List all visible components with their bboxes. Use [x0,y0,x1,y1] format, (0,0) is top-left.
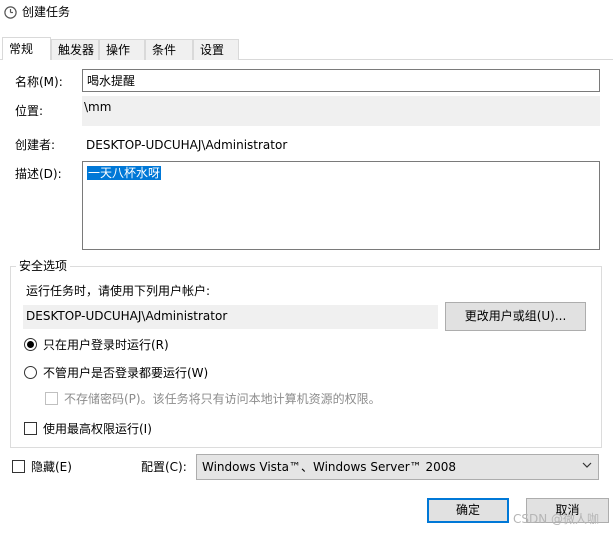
configure-select-value: Windows Vista™、Windows Server™ 2008 [202,460,457,474]
location-value: \mm [84,100,112,114]
description-label: 描述(D): [15,167,62,181]
hidden-checkbox[interactable] [12,460,25,473]
window-title: 创建任务 [22,5,71,19]
description-value: 一天八杯水呀 [87,166,162,180]
highest-privileges-checkbox[interactable] [24,422,37,435]
description-textarea[interactable]: 一天八杯水呀 [82,161,600,250]
csdn-watermark: CSDN @微人咖 [512,512,599,526]
name-input[interactable]: 喝水提醒 [82,69,600,92]
location-readonly-field: \mm [82,96,600,126]
tab-actions[interactable]: 操作 [99,39,145,60]
user-account-value: DESKTOP-UDCUHAJ\Administrator [26,309,228,323]
author-label: 创建者: [15,138,56,152]
security-options-title: 安全选项 [16,258,71,274]
task-clock-icon [4,6,17,19]
change-user-button[interactable]: 更改用户或组(U)... [445,302,586,331]
user-account-field: DESKTOP-UDCUHAJ\Administrator [23,305,438,329]
radio-selected-dot [27,341,34,348]
ok-button[interactable]: 确定 [427,498,509,523]
do-not-store-password-label: 不存储密码(P)。该任务将只有访问本地计算机资源的权限。 [64,392,381,406]
run-as-prompt: 运行任务时，请使用下列用户帐户: [26,284,211,298]
radio-run-logged-on-label[interactable]: 只在用户登录时运行(R) [43,337,169,353]
name-input-value: 喝水提醒 [87,74,136,88]
name-label: 名称(M): [15,75,63,89]
highest-privileges-label[interactable]: 使用最高权限运行(I) [43,421,152,437]
author-value: DESKTOP-UDCUHAJ\Administrator [86,138,288,152]
tab-settings[interactable]: 设置 [193,39,239,60]
radio-run-whether-logged-on-label[interactable]: 不管用户是否登录都要运行(W) [43,365,208,381]
tab-general[interactable]: 常规 [2,37,51,60]
tab-conditions[interactable]: 条件 [145,39,193,60]
do-not-store-password-checkbox[interactable] [45,392,58,405]
radio-run-logged-on[interactable] [24,338,37,351]
location-label: 位置: [15,104,44,118]
configure-select[interactable]: Windows Vista™、Windows Server™ 2008 [196,454,599,480]
chevron-down-icon [582,462,592,468]
tab-triggers[interactable]: 触发器 [51,39,99,60]
title-bar: 创建任务 [0,0,613,26]
radio-run-whether-logged-on[interactable] [24,366,37,379]
hidden-label[interactable]: 隐藏(E) [31,459,72,475]
configure-label: 配置(C): [141,460,187,474]
